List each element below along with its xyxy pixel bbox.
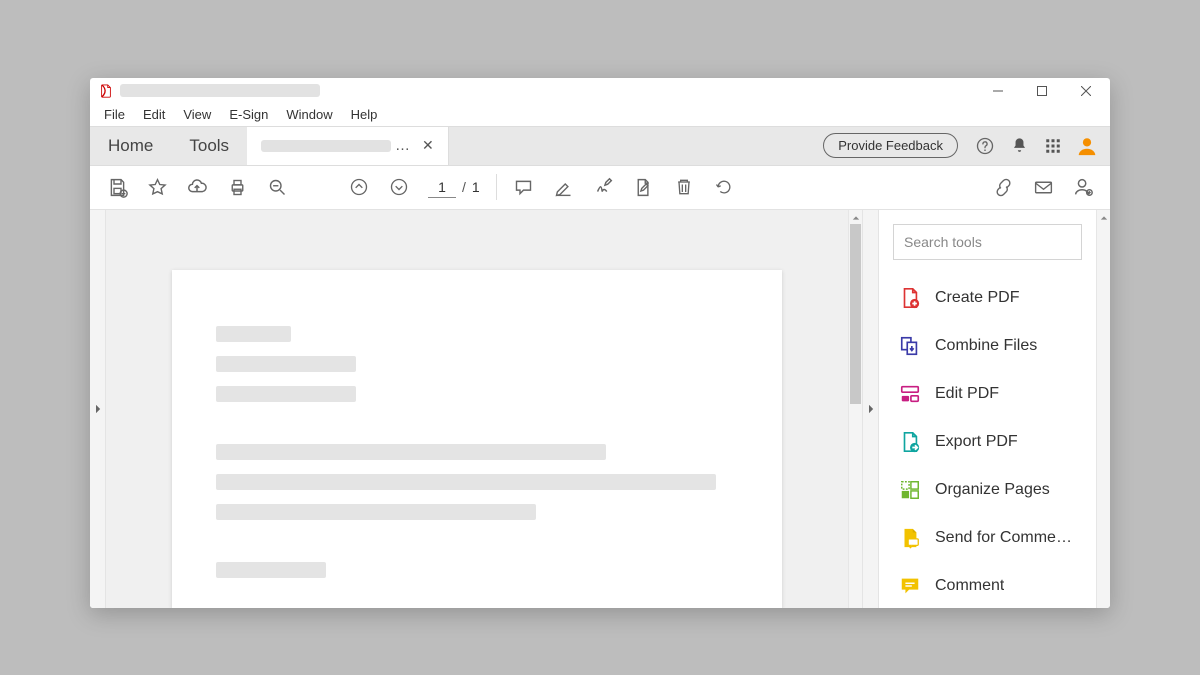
redacted-text-line	[216, 386, 356, 402]
document-scroll-area[interactable]	[106, 210, 848, 608]
document-page	[172, 270, 782, 608]
tool-export-pdf[interactable]: Export PDF	[879, 418, 1096, 466]
redacted-text-line	[216, 474, 716, 490]
app-pdf-icon	[98, 83, 114, 99]
maintab-home[interactable]: Home	[90, 127, 171, 165]
tool-edit-pdf[interactable]: Edit PDF	[879, 370, 1096, 418]
tool-combine-files[interactable]: Combine Files	[879, 322, 1096, 370]
maintab-tools[interactable]: Tools	[171, 127, 247, 165]
document-tab-close-button[interactable]: ✕	[418, 135, 438, 156]
menu-window[interactable]: Window	[278, 105, 340, 124]
page-down-icon[interactable]	[380, 168, 418, 206]
tool-label: Combine Files	[935, 337, 1037, 355]
redacted-text-line	[216, 326, 291, 342]
tool-create-pdf[interactable]: Create PDF	[879, 274, 1096, 322]
star-icon[interactable]	[138, 168, 176, 206]
provide-feedback-button[interactable]: Provide Feedback	[823, 133, 958, 158]
save-icon[interactable]	[98, 168, 136, 206]
tool-label: Export PDF	[935, 433, 1018, 451]
redacted-text-line	[216, 356, 356, 372]
comment-bubble-icon	[899, 575, 921, 597]
menu-view[interactable]: View	[175, 105, 219, 124]
tool-label: Send for Comme…	[935, 529, 1072, 547]
menu-edit[interactable]: Edit	[135, 105, 173, 124]
tool-comment[interactable]: Comment	[879, 562, 1096, 608]
apps-grid-icon[interactable]	[1036, 129, 1070, 163]
page-up-icon[interactable]	[340, 168, 378, 206]
window-title-redacted	[120, 84, 320, 97]
document-tab-ellipsis: …	[395, 137, 410, 154]
sign-icon[interactable]	[585, 168, 623, 206]
export-pdf-icon	[899, 431, 921, 453]
delete-trash-icon[interactable]	[665, 168, 703, 206]
email-icon[interactable]	[1024, 168, 1062, 206]
window-close-button[interactable]	[1064, 78, 1108, 104]
redacted-text-line	[216, 444, 606, 460]
tool-send-for-comments[interactable]: Send for Comme…	[879, 514, 1096, 562]
document-vertical-scrollbar[interactable]	[848, 210, 862, 608]
redacted-text-line	[216, 504, 536, 520]
tool-label: Create PDF	[935, 289, 1019, 307]
combine-files-icon	[899, 335, 921, 357]
notifications-bell-icon[interactable]	[1002, 129, 1036, 163]
menubar: File Edit View E-Sign Window Help	[90, 104, 1110, 126]
scrollbar-up-icon[interactable]	[1097, 212, 1110, 224]
share-people-icon[interactable]	[1064, 168, 1102, 206]
tool-label: Organize Pages	[935, 481, 1050, 499]
scrollbar-up-icon[interactable]	[849, 212, 862, 224]
highlight-pen-icon[interactable]	[545, 168, 583, 206]
document-tab-title-redacted	[261, 140, 391, 152]
account-avatar-icon[interactable]	[1070, 129, 1104, 163]
window-titlebar	[90, 78, 1110, 104]
tools-list: Create PDF Combine Files Edit PDF	[879, 268, 1096, 608]
help-icon[interactable]	[968, 129, 1002, 163]
main-tab-row: Home Tools … ✕ Provide Feedback	[90, 126, 1110, 166]
organize-pages-icon	[899, 479, 921, 501]
cloud-upload-icon[interactable]	[178, 168, 216, 206]
share-link-icon[interactable]	[984, 168, 1022, 206]
page-separator: /	[462, 179, 466, 195]
left-panel-toggle[interactable]	[90, 210, 106, 608]
document-toolbar: / 1	[90, 166, 1110, 210]
search-tools-input[interactable]	[893, 224, 1082, 260]
print-icon[interactable]	[218, 168, 256, 206]
tool-label: Comment	[935, 577, 1004, 595]
zoom-out-icon[interactable]	[258, 168, 296, 206]
scrollbar-thumb[interactable]	[850, 224, 861, 404]
menu-help[interactable]: Help	[343, 105, 386, 124]
page-total: 1	[472, 179, 480, 195]
tools-side-panel: Create PDF Combine Files Edit PDF	[878, 210, 1110, 608]
tool-organize-pages[interactable]: Organize Pages	[879, 466, 1096, 514]
menu-esign[interactable]: E-Sign	[221, 105, 276, 124]
window-maximize-button[interactable]	[1020, 78, 1064, 104]
document-tab[interactable]: … ✕	[247, 127, 449, 165]
application-window: File Edit View E-Sign Window Help Home T…	[90, 78, 1110, 608]
menu-file[interactable]: File	[96, 105, 133, 124]
edit-page-icon[interactable]	[625, 168, 663, 206]
send-for-comments-icon	[899, 527, 921, 549]
tool-label: Edit PDF	[935, 385, 999, 403]
edit-pdf-icon	[899, 383, 921, 405]
document-viewport	[106, 210, 862, 608]
rotate-icon[interactable]	[705, 168, 743, 206]
create-pdf-icon	[899, 287, 921, 309]
right-panel-collapse[interactable]	[862, 210, 878, 608]
redacted-text-line	[216, 562, 326, 578]
page-number-input[interactable]	[428, 177, 456, 198]
window-minimize-button[interactable]	[976, 78, 1020, 104]
tools-panel-scrollbar[interactable]	[1096, 210, 1110, 608]
comment-icon[interactable]	[505, 168, 543, 206]
content-area: Create PDF Combine Files Edit PDF	[90, 210, 1110, 608]
